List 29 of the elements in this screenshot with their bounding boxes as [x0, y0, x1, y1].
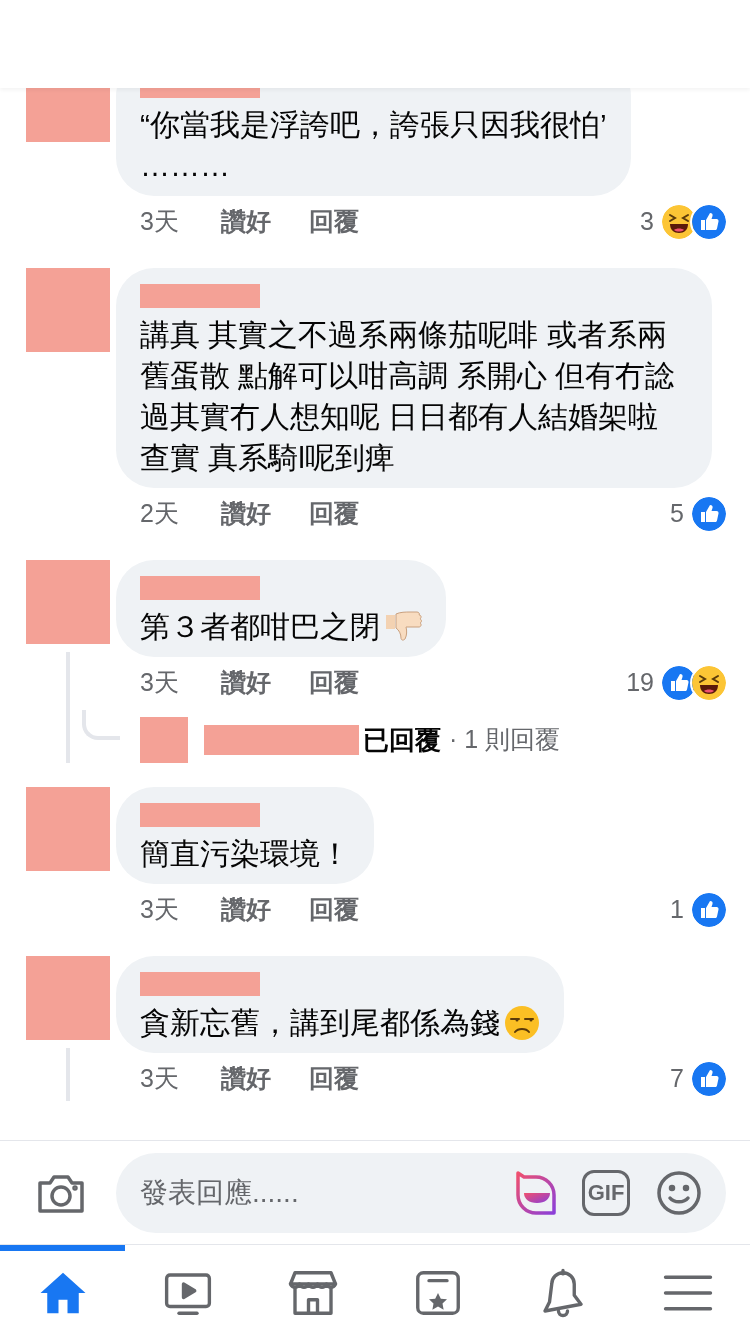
- comment-text: “你當我是浮誇吧，誇張只因我很怕’ ………: [140, 107, 607, 184]
- reply-link[interactable]: 回覆: [308, 203, 359, 241]
- gif-button[interactable]: GIF: [582, 1169, 630, 1216]
- reply-link[interactable]: 回覆: [308, 891, 359, 929]
- reply-link[interactable]: 回覆: [308, 664, 359, 702]
- like-link[interactable]: 讚好: [220, 1060, 271, 1098]
- reaction-count: 5: [670, 498, 684, 530]
- comment-time: 3天: [140, 206, 179, 238]
- comment-input-field[interactable]: 發表回應...... GIF: [116, 1152, 726, 1233]
- reaction-count: 3: [640, 206, 654, 238]
- comment-text: 講真 其實之不過系兩條茄呢啡 或者系兩舊蛋散 點解可以咁高調 系開心 但有冇諗過其實冇人想知呢 日日都有人結婚架啦查實 真系騎l呢到痺: [140, 317, 676, 476]
- comment-time: 3天: [140, 667, 179, 699]
- like-link[interactable]: 讚好: [220, 664, 271, 702]
- comment-time: 3天: [140, 1063, 179, 1095]
- comment-text: 貪新忘舊，講到尾都係為錢: [140, 1005, 500, 1041]
- comment-time: 3天: [140, 894, 179, 926]
- replied-label[interactable]: 已回覆: [363, 720, 441, 760]
- like-link[interactable]: 讚好: [220, 495, 271, 533]
- comment-text: 第３者都咁巴之閉: [140, 609, 380, 645]
- reply-count-link[interactable]: · 1 則回覆: [449, 721, 561, 759]
- reaction-count: 19: [626, 667, 654, 699]
- like-link[interactable]: 讚好: [220, 891, 271, 929]
- reply-link[interactable]: 回覆: [308, 1060, 359, 1098]
- comment-text: 簡直污染環境！: [140, 836, 350, 872]
- reply-link[interactable]: 回覆: [308, 495, 359, 533]
- like-link[interactable]: 讚好: [220, 203, 271, 241]
- reaction-count: 1: [670, 894, 684, 926]
- reaction-count: 7: [670, 1063, 684, 1095]
- comment-time: 2天: [140, 498, 179, 530]
